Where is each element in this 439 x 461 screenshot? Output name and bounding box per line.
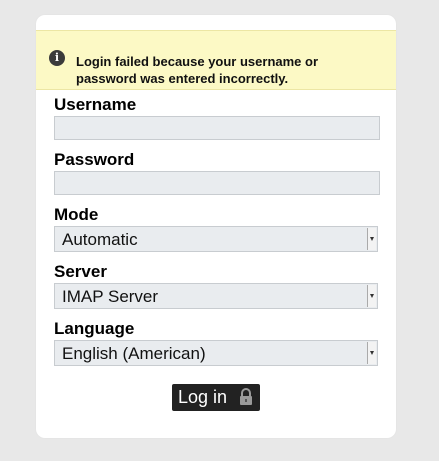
password-label: Password (54, 150, 135, 169)
mode-select-value: Automatic (62, 230, 138, 249)
server-select[interactable]: IMAP Server (54, 283, 378, 309)
chevron-down-icon[interactable] (367, 228, 376, 250)
login-button[interactable]: Log in (172, 384, 260, 411)
login-button-label: Log in (178, 387, 228, 407)
username-label: Username (54, 95, 137, 114)
info-icon: i (49, 50, 65, 66)
language-select-value: English (American) (62, 344, 206, 363)
server-select-value: IMAP Server (62, 287, 159, 306)
language-label: Language (54, 319, 135, 338)
mode-label: Mode (54, 205, 99, 224)
chevron-down-icon[interactable] (367, 342, 376, 364)
server-label: Server (54, 262, 107, 281)
alert-message: Login failed because your username or pa… (76, 54, 319, 86)
password-input[interactable] (54, 171, 380, 195)
chevron-down-icon[interactable] (367, 285, 376, 307)
language-select[interactable]: English (American) (54, 340, 378, 366)
login-error-alert: i Login failed because your username or … (36, 30, 396, 90)
login-panel: i Login failed because your username or … (36, 15, 396, 438)
mode-select[interactable]: Automatic (54, 226, 378, 252)
username-input[interactable] (54, 116, 380, 140)
lock-icon (240, 388, 252, 405)
